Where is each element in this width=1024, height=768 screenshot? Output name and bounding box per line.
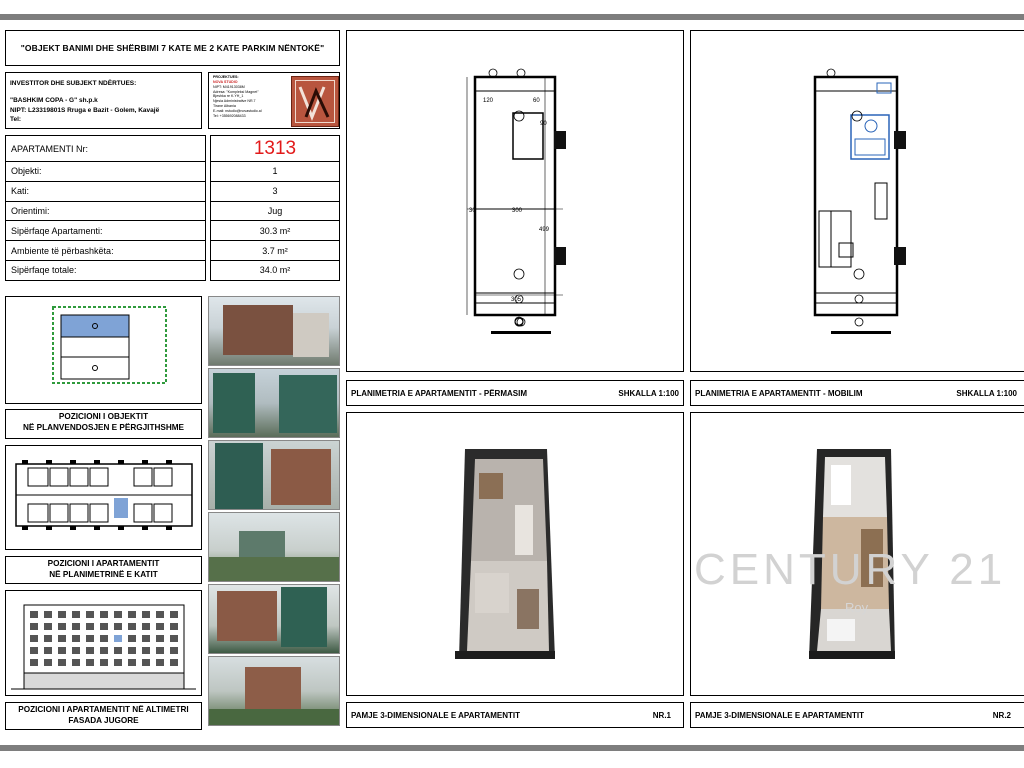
table-row: Kati: 3 xyxy=(5,180,340,202)
investor-tel: Tel: xyxy=(10,116,22,124)
apartment-info-table: APARTAMENTI Nr: 1313 Objekti: 1 Kati: 3 Ori… xyxy=(5,135,340,281)
render-photo xyxy=(208,440,340,510)
site-plan xyxy=(5,296,202,404)
info-label: APARTAMENTI Nr: xyxy=(5,135,206,162)
bottom-frame-bar xyxy=(0,745,1024,751)
render-3d-panel-1 xyxy=(346,412,684,696)
render-gallery xyxy=(208,296,340,728)
table-row: Sipërfaqe totale: 34.0 m² xyxy=(5,259,340,281)
info-value: 30.3 m² xyxy=(210,220,340,242)
info-label: Sipërfaqe Apartamenti: xyxy=(5,220,206,242)
info-value: 1 xyxy=(210,161,340,182)
dim-300: 300 xyxy=(512,208,523,214)
info-value: 34.0 m² xyxy=(210,259,340,281)
table-row: Sipërfaqe Apartamenti: 30.3 m² xyxy=(5,220,340,242)
top-frame-bar xyxy=(0,14,1024,20)
investor-heading: INVESTITOR DHE SUBJEKT NDËRTUES: xyxy=(10,80,137,87)
table-row: Orientimi: Jug xyxy=(5,200,340,222)
dim-499: 499 xyxy=(539,227,550,233)
dim-305: 305 xyxy=(511,297,522,303)
project-title: "OBJEKT BANIMI DHE SHËRBIMI 7 KATE ME 2 … xyxy=(5,30,340,66)
apartment-number: 1313 xyxy=(210,135,340,162)
studio-logo-icon xyxy=(291,76,339,127)
plan-dimension-panel: 120 60 300 30 305 499 90 xyxy=(346,30,684,372)
render-3d-caption-2: PAMJE 3-DIMENSIONALE E APARTAMENTIT NR.2 xyxy=(690,702,1024,728)
investor-box: INVESTITOR DHE SUBJEKT NDËRTUES: "BASHKI… xyxy=(5,72,202,129)
floor-plan-mini xyxy=(5,445,202,550)
plan-furnished-caption: PLANIMETRIA E APARTAMENTIT - MOBILIM SHK… xyxy=(690,380,1024,406)
info-value: Jug xyxy=(210,200,340,222)
table-row: APARTAMENTI Nr: 1313 xyxy=(5,135,340,162)
dim-30: 30 xyxy=(469,208,476,214)
info-label: Objekti: xyxy=(5,161,206,182)
object-position-label: POZICIONI I OBJEKTIT NË PLANVENDOSJEN E … xyxy=(5,409,202,439)
studio-line: Tel: +355692088433 xyxy=(213,113,246,118)
south-elevation xyxy=(5,590,202,696)
floor-position-label: POZICIONI I APARTAMENTIT NË PLANIMETRINË… xyxy=(5,556,202,584)
elevation-position-label: POZICIONI I APARTAMENTIT NË ALTIMETRI FA… xyxy=(5,702,202,730)
century21-watermark: CENTURY 21 xyxy=(694,545,1007,594)
project-title-text: "OBJEKT BANIMI DHE SHËRBIMI 7 KATE ME 2 … xyxy=(20,43,325,53)
caption-text: PLANIMETRIA E APARTAMENTIT - MOBILIM xyxy=(695,388,863,398)
render-photo xyxy=(208,368,340,438)
investor-nipt: NIPT: L23319801S Rruga e Bazit - Golem, … xyxy=(10,106,160,114)
dim-120: 120 xyxy=(483,98,494,104)
render-photo xyxy=(208,512,340,582)
investor-name: "BASHKIM COPA - G" sh.p.k xyxy=(10,97,98,105)
caption-nr: NR.2 xyxy=(992,710,1011,720)
info-label: Sipërfaqe totale: xyxy=(5,259,206,281)
table-row: Ambiente të përbashkëta: 3.7 m² xyxy=(5,240,340,261)
plan-dimension-caption: PLANIMETRIA E APARTAMENTIT - PËRMASIM SH… xyxy=(346,380,684,406)
plan-furnished-panel xyxy=(690,30,1024,372)
info-label: Orientimi: xyxy=(5,200,206,222)
info-value: 3 xyxy=(210,180,340,202)
caption-text: PLANIMETRIA E APARTAMENTIT - PËRMASIM xyxy=(351,388,527,398)
info-value: 3.7 m² xyxy=(210,240,340,261)
dim-90: 90 xyxy=(540,121,547,127)
table-row: Objekti: 1 xyxy=(5,161,340,182)
render-photo xyxy=(208,656,340,726)
info-label: Ambiente të përbashkëta: xyxy=(5,240,206,261)
caption-scale: SHKALLA 1:100 xyxy=(618,388,679,398)
render-photo xyxy=(208,296,340,366)
caption-text: PAMJE 3-DIMENSIONALE E APARTAMENTIT xyxy=(695,710,865,720)
caption-nr: NR.1 xyxy=(652,710,671,720)
designer-box: PROJEKTUES: NOVA STUDIO NIPT: M41913038M… xyxy=(208,72,340,129)
info-label: Kati: xyxy=(5,180,206,202)
dim-60: 60 xyxy=(533,98,540,104)
caption-scale: SHKALLA 1:100 xyxy=(956,388,1017,398)
render-3d-caption-1: PAMJE 3-DIMENSIONALE E APARTAMENTIT NR.1 xyxy=(346,702,684,728)
studio-info: PROJEKTUES: NOVA STUDIO NIPT: M41913038M… xyxy=(213,75,287,119)
render-photo xyxy=(208,584,340,654)
caption-text: PAMJE 3-DIMENSIONALE E APARTAMENTIT xyxy=(351,710,521,720)
watermark-sub: Roy xyxy=(845,600,869,615)
